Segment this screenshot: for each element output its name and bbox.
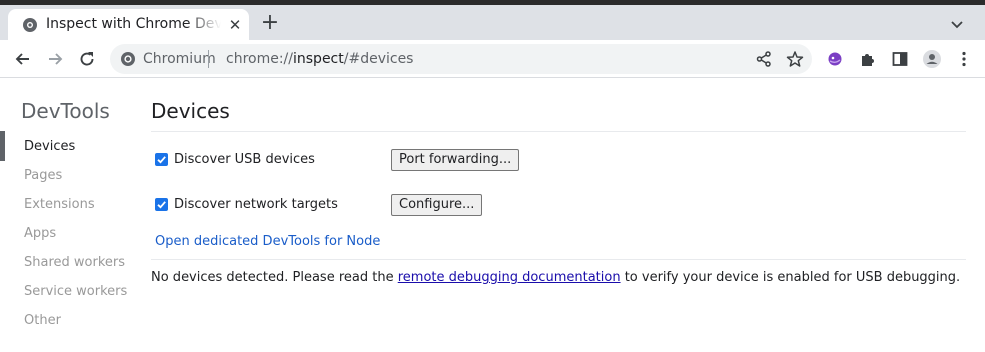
sidebar-item-apps[interactable]: Apps	[24, 226, 56, 241]
tab-strip: Inspect with Chrome Developer Tools ✕ +	[0, 5, 985, 40]
url-scheme: chrome://	[226, 51, 293, 67]
open-node-devtools-link[interactable]: Open dedicated DevTools for Node	[155, 234, 380, 249]
devtools-sidebar: DevTools Devices Pages Extensions Apps S…	[0, 79, 135, 352]
sidebar-item-extensions[interactable]: Extensions	[24, 197, 95, 212]
network-checkbox[interactable]	[155, 198, 168, 211]
chromium-icon	[120, 51, 136, 67]
close-icon[interactable]: ✕	[227, 17, 243, 33]
forward-arrow-icon[interactable]	[45, 49, 65, 69]
url-path: /#devices	[343, 51, 414, 67]
sidebar-item-devices[interactable]: Devices	[24, 139, 75, 154]
side-panel-icon[interactable]	[890, 49, 910, 69]
tab-title: Inspect with Chrome Developer Tools	[46, 16, 221, 32]
address-bar[interactable]: Chromium chrome://inspect/#devices	[110, 44, 812, 74]
title-divider	[151, 131, 966, 132]
profile-avatar-icon[interactable]	[922, 49, 942, 69]
sidebar-item-shared-workers[interactable]: Shared workers	[24, 255, 125, 270]
share-icon[interactable]	[755, 50, 773, 68]
remote-debugging-docs-link[interactable]: remote debugging documentation	[398, 270, 621, 285]
omnibox-divider	[208, 50, 209, 68]
active-item-marker	[0, 131, 5, 161]
no-devices-message: No devices detected. Please read the rem…	[151, 270, 960, 285]
bookmark-star-icon[interactable]	[786, 50, 804, 68]
network-checkbox-label[interactable]: Discover network targets	[174, 197, 338, 212]
tab-search-chevron-icon[interactable]	[948, 15, 966, 33]
origin-label: Chromium	[143, 51, 216, 67]
reload-icon[interactable]	[77, 49, 97, 69]
devices-panel: Devices Discover USB devices Port forwar…	[151, 79, 966, 352]
kebab-menu-icon[interactable]	[954, 49, 974, 69]
message-text-after: to verify your device is enabled for USB…	[620, 270, 961, 285]
usb-checkbox[interactable]	[155, 153, 168, 166]
message-text-before: No devices detected. Please read the	[151, 270, 398, 285]
sidebar-title: DevTools	[21, 99, 110, 123]
tab-inspect[interactable]: Inspect with Chrome Developer Tools ✕	[8, 9, 249, 40]
sidebar-item-other[interactable]: Other	[24, 313, 61, 328]
sidebar-item-pages[interactable]: Pages	[24, 168, 62, 183]
url-text[interactable]: chrome://inspect/#devices	[226, 51, 413, 67]
puzzle-extensions-icon[interactable]	[858, 49, 878, 69]
extension-icon[interactable]	[825, 49, 845, 69]
globe-icon	[22, 17, 38, 33]
port-forwarding-button[interactable]: Port forwarding...	[391, 149, 520, 171]
sidebar-item-service-workers[interactable]: Service workers	[24, 284, 127, 299]
browser-toolbar: Chromium chrome://inspect/#devices	[0, 40, 985, 78]
url-host: inspect	[293, 51, 344, 67]
configure-button[interactable]: Configure...	[391, 194, 483, 216]
back-arrow-icon[interactable]	[13, 49, 33, 69]
new-tab-button[interactable]: +	[260, 12, 280, 34]
usb-checkbox-label[interactable]: Discover USB devices	[174, 152, 315, 167]
section-divider	[151, 259, 966, 260]
page-title: Devices	[151, 99, 230, 123]
